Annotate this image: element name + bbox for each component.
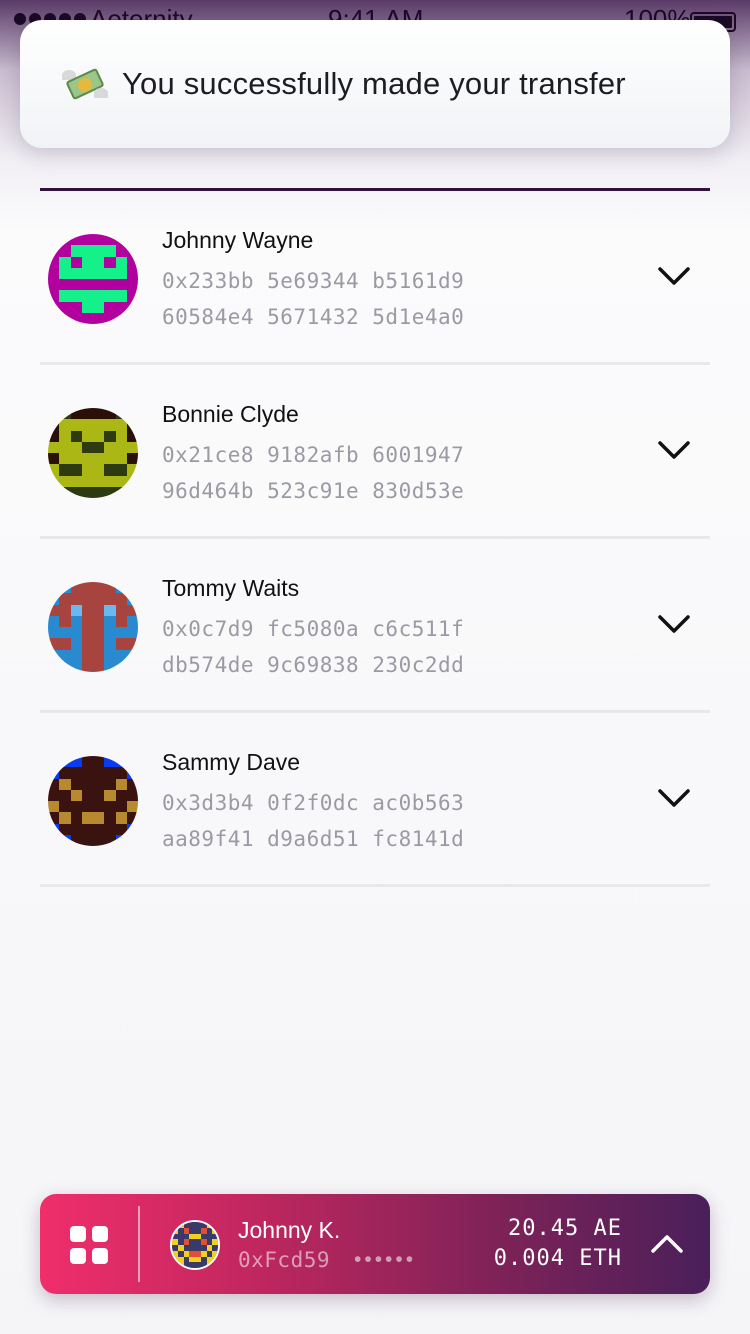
contact-address-line: 96d464b 523c91e 830d53e [162,479,465,503]
balance-ae: 20.45 AE [508,1216,622,1241]
contact-address: 0x3d3b4 0f2f0dc ac0b563 aa89f41 d9a6d51 … [162,785,464,857]
contact-address-line: 0x21ce8 9182afb 6001947 [162,443,465,467]
toast-message: You successfully made your transfer [122,66,626,101]
contact-address-line: aa89f41 d9a6d51 fc8141d [162,827,465,851]
chevron-down-icon[interactable] [656,261,692,291]
account-address-mask: •••••• [354,1248,417,1271]
chevron-down-icon[interactable] [656,609,692,639]
contact-address-line: 60584e4 5671432 5d1e4a0 [162,305,465,329]
avatar [48,408,138,498]
success-toast[interactable]: You successfully made your transfer [20,20,730,148]
contact-address: 0x233bb 5e69344 b5161d9 60584e4 5671432 … [162,263,464,335]
account-bar[interactable]: Johnny K. 0xFcd59 •••••• 20.45 AE 0.004 … [40,1194,710,1294]
contact-row[interactable]: Sammy Dave 0x3d3b4 0f2f0dc ac0b563 aa89f… [40,713,710,887]
contact-address: 0x0c7d9 fc5080a c6c511f db574de 9c69838 … [162,611,464,683]
money-with-wings-icon [62,66,108,102]
account-name: Johnny K. [238,1217,341,1243]
contact-list: Johnny Wayne 0x233bb 5e69344 b5161d9 605… [40,191,710,887]
apps-grid-icon[interactable] [70,1226,108,1264]
contact-row[interactable]: Johnny Wayne 0x233bb 5e69344 b5161d9 605… [40,191,710,365]
avatar [170,1220,220,1270]
avatar [48,756,138,846]
contact-row[interactable]: Bonnie Clyde 0x21ce8 9182afb 6001947 96d… [40,365,710,539]
contact-name: Tommy Waits [162,575,300,601]
bar-divider [138,1206,140,1282]
chevron-up-icon[interactable] [650,1230,684,1256]
chevron-down-icon[interactable] [656,435,692,465]
avatar [48,582,138,672]
chevron-down-icon[interactable] [656,783,692,813]
contact-address-line: 0x3d3b4 0f2f0dc ac0b563 [162,791,465,815]
balance-eth: 0.004 ETH [493,1246,622,1271]
contact-address-line: 0x233bb 5e69344 b5161d9 [162,269,465,293]
contact-name: Sammy Dave [162,749,301,775]
contact-name: Bonnie Clyde [162,401,299,427]
contact-row[interactable]: Tommy Waits 0x0c7d9 fc5080a c6c511f db57… [40,539,710,713]
avatar [48,234,138,324]
contact-address: 0x21ce8 9182afb 6001947 96d464b 523c91e … [162,437,464,509]
account-address: 0xFcd59 [238,1248,331,1272]
contact-address-line: db574de 9c69838 230c2dd [162,653,465,677]
contact-name: Johnny Wayne [162,227,314,253]
contact-address-line: 0x0c7d9 fc5080a c6c511f [162,617,465,641]
